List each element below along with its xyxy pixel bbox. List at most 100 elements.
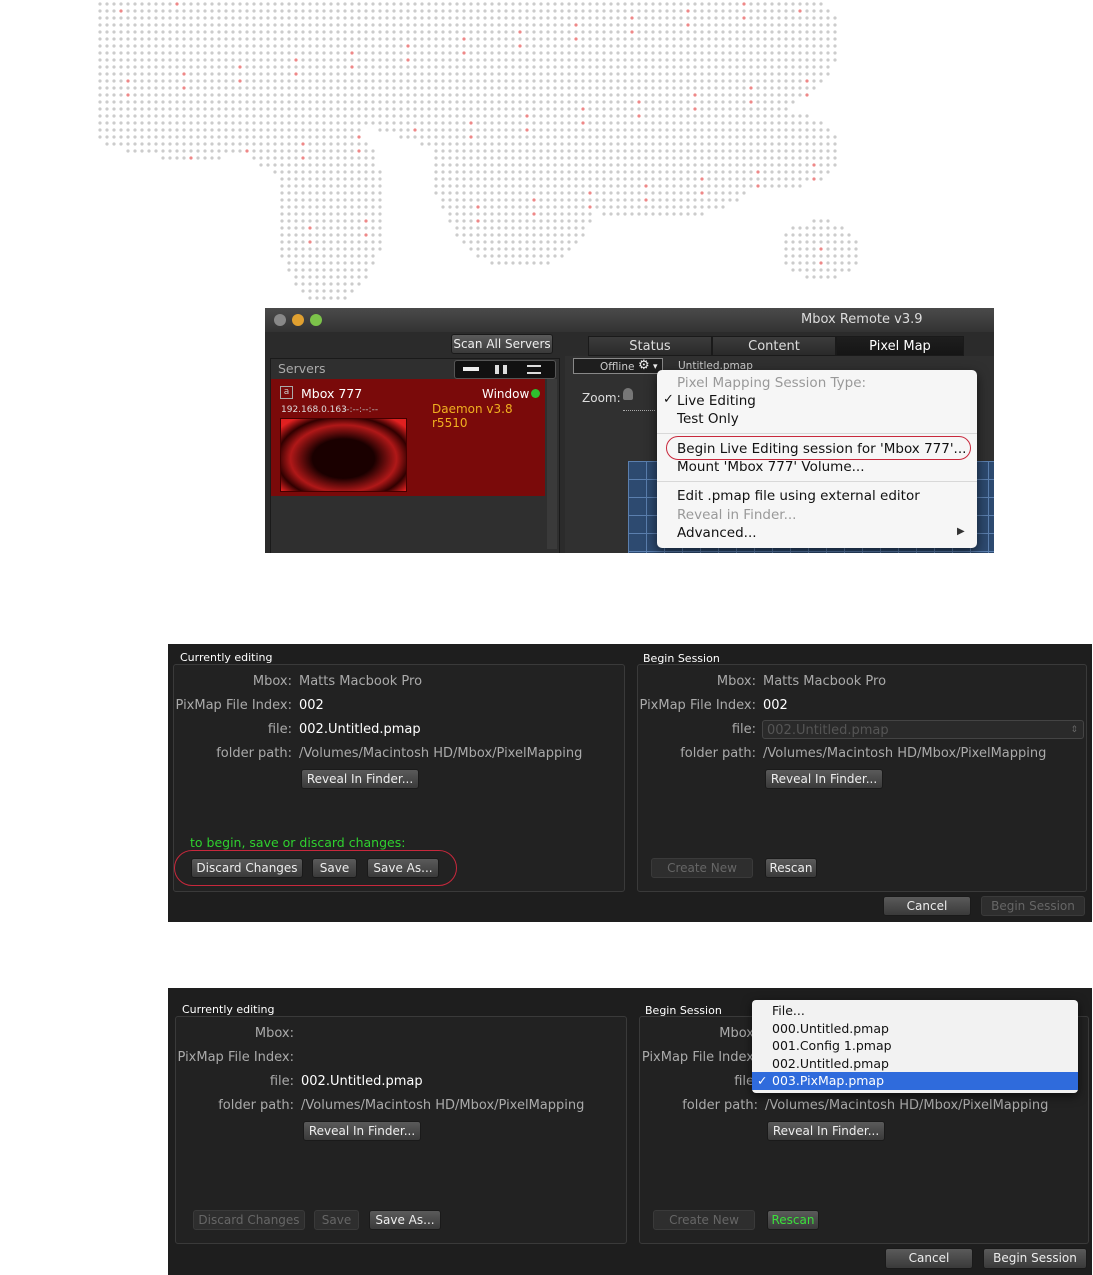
file-value: 002.Untitled.pmap [299, 722, 421, 737]
cancel-button[interactable]: Cancel [883, 896, 971, 916]
mbox-label: Mbox [719, 1026, 754, 1041]
view-mode-segmented-control[interactable] [454, 360, 556, 379]
rescan-button[interactable]: Rescan [767, 1210, 819, 1230]
popup-item[interactable]: 000.Untitled.pmap [772, 1020, 889, 1037]
servers-pane: Servers a Mbox 777 192.168.0.163 --:--:-… [270, 358, 560, 553]
popup-item[interactable]: 002.Untitled.pmap [772, 1055, 889, 1072]
folder-path-label: folder path: [218, 1098, 294, 1113]
list-view-icon[interactable] [527, 365, 541, 374]
selected-file-label: 003.PixMap.pmap [772, 1073, 885, 1088]
folder-path-label: folder path: [682, 1098, 758, 1113]
save-button: Save [314, 1210, 359, 1230]
begin-session-dialog: Currently editing Mbox: Matts Macbook Pr… [168, 644, 1092, 922]
tab-status[interactable]: Status [588, 336, 712, 356]
server-time: --:--:--:-- [343, 405, 379, 415]
reveal-in-finder-button[interactable]: Reveal In Finder... [301, 769, 419, 789]
popup-item-selected[interactable]: ✓ 003.PixMap.pmap [752, 1072, 1078, 1090]
status-online-icon [531, 389, 540, 398]
scan-all-servers-button[interactable]: Scan All Servers [451, 334, 553, 354]
currently-editing-group: Mbox: Matts Macbook Pro PixMap File Inde… [173, 664, 625, 892]
servers-header: Servers [278, 361, 326, 376]
menu-item-reveal-in-finder: Reveal in Finder... [677, 507, 797, 523]
menu-item-edit-external[interactable]: Edit .pmap file using external editor [677, 487, 920, 505]
file-label: file: [731, 722, 756, 737]
cancel-button[interactable]: Cancel [885, 1248, 973, 1269]
currently-editing-title: Currently editing [180, 651, 273, 664]
begin-session-group: Mbox: Matts Macbook Pro PixMap File Inde… [637, 664, 1087, 892]
close-window-icon[interactable] [274, 314, 286, 326]
window-title: Mbox Remote v3.9 [801, 312, 923, 327]
file-value: 002.Untitled.pmap [301, 1074, 423, 1089]
server-ip: 192.168.0.163 [281, 405, 347, 415]
rescan-button[interactable]: Rescan [765, 858, 817, 878]
grid-view-icon[interactable] [495, 365, 507, 374]
daemon-version: Daemon v3.8 r5510 [432, 402, 513, 430]
tab-pixel-map[interactable]: Pixel Map [836, 336, 964, 356]
servers-scrollbar[interactable] [547, 379, 557, 549]
zoom-slider-thumb[interactable] [623, 388, 633, 400]
file-select-value: 002.Untitled.pmap [767, 723, 889, 738]
popup-item[interactable]: 001.Config 1.pmap [772, 1037, 892, 1054]
begin-session-dialog-popup: Currently editing Mbox: PixMap File Inde… [168, 988, 1092, 1275]
highlight-annotation [666, 436, 971, 460]
menu-item-live-editing[interactable]: Live Editing [677, 392, 756, 410]
file-label: file [734, 1074, 754, 1089]
server-name: Mbox 777 [301, 386, 363, 401]
save-as-button[interactable]: Save As... [369, 1210, 441, 1230]
title-bar: Mbox Remote v3.9 [265, 308, 994, 332]
menu-divider [657, 481, 977, 482]
file-label: file: [267, 722, 292, 737]
menu-section-header: Pixel Mapping Session Type: [677, 375, 867, 391]
reveal-in-finder-button[interactable]: Reveal In Finder... [765, 769, 883, 789]
offline-label: Offline [600, 361, 635, 373]
pixmap-index-value: 002 [299, 698, 324, 713]
mbox-remote-window: Mbox Remote v3.9 Scan All Servers Status… [265, 308, 994, 553]
mbox-label: Mbox: [254, 1026, 294, 1041]
server-item-mbox-777[interactable]: a Mbox 777 192.168.0.163 --:--:--:-- Win… [271, 379, 545, 496]
save-discard-hint: to begin, save or discard changes: [190, 835, 406, 850]
currently-editing-title: Currently editing [182, 1003, 275, 1016]
menu-item-test-only[interactable]: Test Only [677, 410, 739, 428]
create-new-button: Create New [653, 1210, 755, 1230]
reveal-in-finder-button[interactable]: Reveal In Finder... [767, 1121, 885, 1141]
create-new-button: Create New [651, 858, 753, 878]
minimize-window-icon[interactable] [292, 314, 304, 326]
mbox-value: Matts Macbook Pro [763, 674, 887, 689]
file-select-popup[interactable]: File... 000.Untitled.pmap 001.Config 1.p… [752, 1000, 1078, 1093]
folder-path-label: folder path: [680, 746, 756, 761]
mbox-label: Mbox: [716, 674, 756, 689]
zoom-window-icon[interactable] [310, 314, 322, 326]
begin-session-button: Begin Session [981, 896, 1085, 916]
server-icon: a [280, 386, 293, 399]
offline-status-dropdown[interactable]: Offline ⚙ ▾ [573, 358, 663, 374]
folder-path-label: folder path: [216, 746, 292, 761]
file-select-disabled: 002.Untitled.pmap ⇕ [762, 720, 1084, 739]
zoom-label: Zoom: [582, 391, 621, 405]
world-map-background [98, 2, 858, 300]
pixmap-index-label: PixMap File Index: [639, 698, 756, 713]
server-mode: Window [482, 387, 530, 401]
pixmap-index-label: PixMap File Index: [175, 698, 292, 713]
tab-content[interactable]: Content [712, 336, 836, 356]
submenu-arrow-icon: ▶ [957, 526, 965, 537]
folder-path-value: /Volumes/Macintosh HD/Mbox/PixelMapping [765, 1098, 1049, 1113]
folder-path-value: /Volumes/Macintosh HD/Mbox/PixelMapping [299, 746, 583, 761]
pixmap-index-label: PixMap File Index: [177, 1050, 294, 1065]
pixmap-index-value: 002 [763, 698, 788, 713]
checkmark-icon: ✓ [663, 392, 674, 407]
checkmark-icon: ✓ [757, 1073, 768, 1088]
menu-item-advanced[interactable]: Advanced... [677, 524, 757, 542]
currently-editing-group: Mbox: PixMap File Index: file: 002.Untit… [175, 1016, 627, 1244]
single-view-icon[interactable] [463, 367, 479, 371]
begin-session-button[interactable]: Begin Session [983, 1248, 1087, 1269]
menu-divider [657, 433, 977, 434]
reveal-in-finder-button[interactable]: Reveal In Finder... [303, 1121, 421, 1141]
mbox-label: Mbox: [252, 674, 292, 689]
discard-changes-button: Discard Changes [193, 1210, 305, 1230]
mbox-value: Matts Macbook Pro [299, 674, 423, 689]
menu-item-mount-volume[interactable]: Mount 'Mbox 777' Volume... [677, 458, 865, 476]
zoom-slider[interactable] [623, 388, 655, 411]
gear-icon[interactable]: ⚙ [638, 358, 650, 374]
folder-path-value: /Volumes/Macintosh HD/Mbox/PixelMapping [763, 746, 1047, 761]
popup-item[interactable]: File... [772, 1002, 805, 1019]
